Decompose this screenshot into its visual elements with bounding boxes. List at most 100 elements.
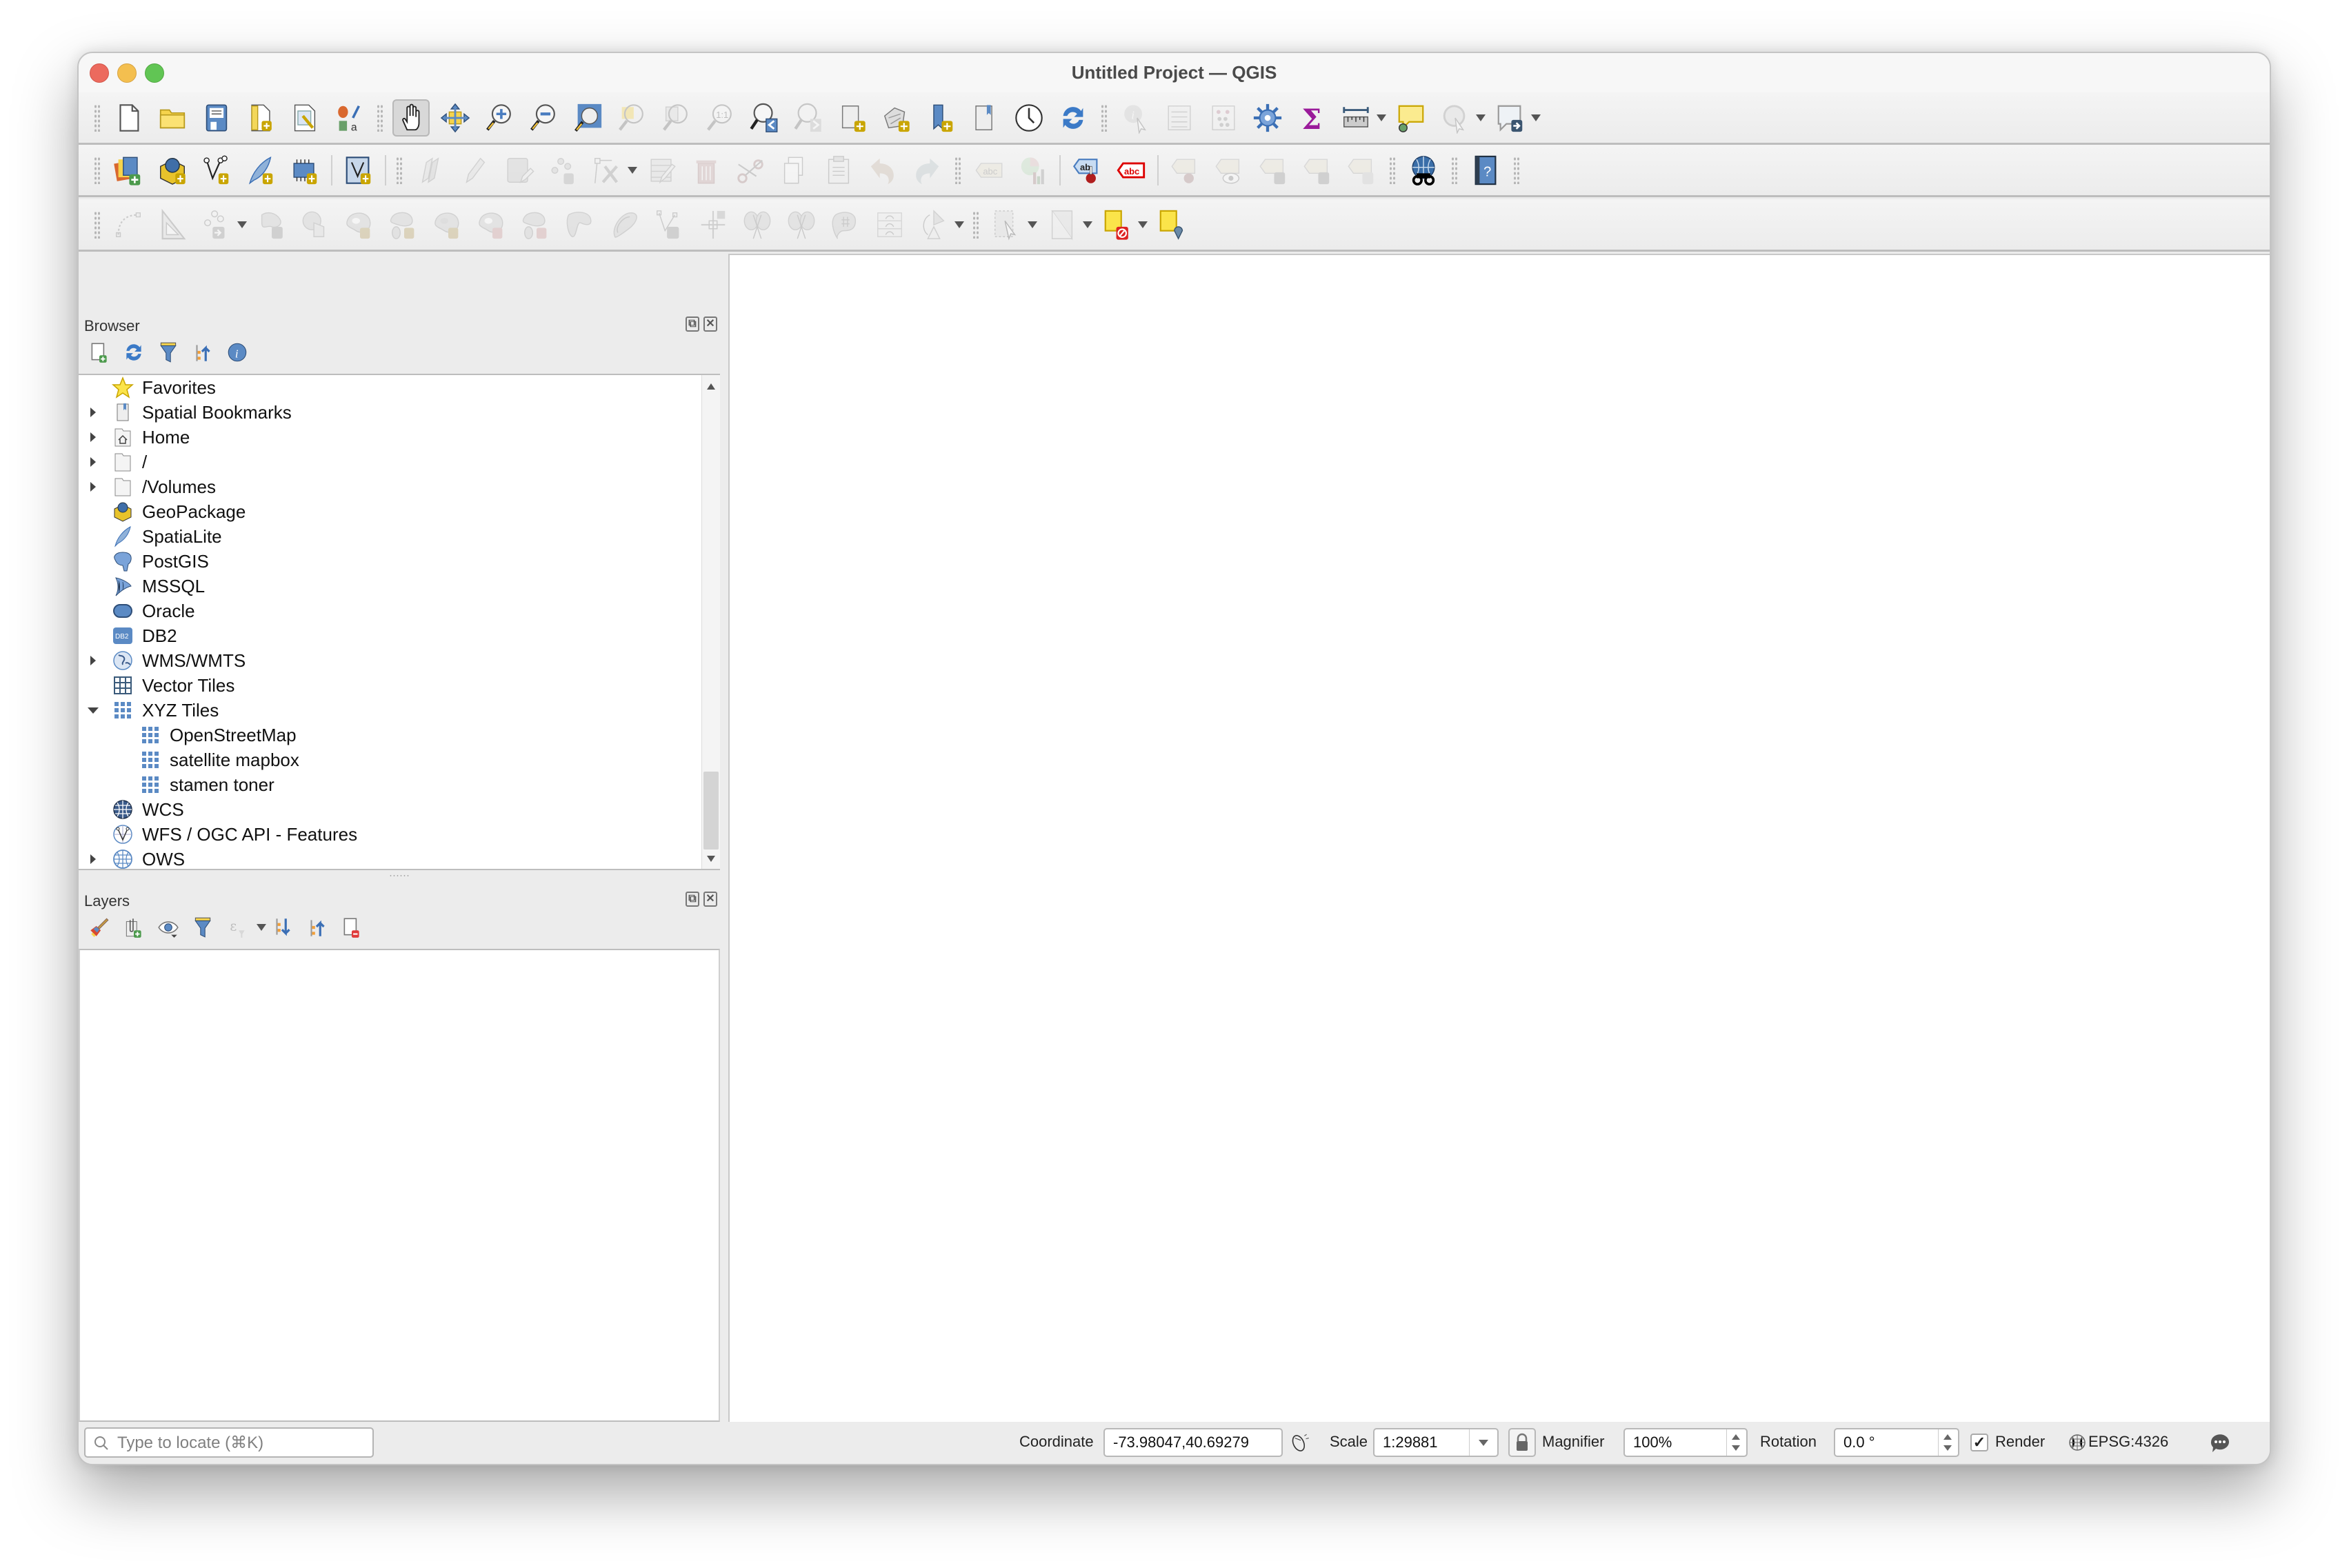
filter-browser-button[interactable] [154, 339, 182, 366]
close-panel-button[interactable]: ✕ [703, 316, 717, 332]
browser-refresh-button[interactable] [120, 339, 148, 366]
select-features-button[interactable] [988, 206, 1026, 243]
move-feature-dropdown-arrow[interactable] [237, 221, 247, 228]
browser-tree-item[interactable]: PostGIS [79, 549, 702, 574]
deselect-all-button[interactable] [1099, 206, 1136, 243]
toolbar-grip[interactable] [1451, 156, 1458, 184]
expand-arrow-right-icon[interactable] [90, 408, 96, 417]
current-edits-button[interactable] [412, 152, 449, 189]
new-print-layout-button[interactable] [242, 99, 279, 137]
properties-info-button[interactable]: i [223, 339, 251, 366]
zoom-to-selection-button[interactable] [613, 99, 650, 137]
close-panel-button[interactable]: ✕ [703, 892, 717, 907]
mouse-extents-toggle-icon[interactable] [1288, 1431, 1312, 1455]
split-parts-button[interactable] [783, 206, 820, 243]
new-project-button[interactable] [110, 99, 147, 137]
add-group-button[interactable] [120, 914, 148, 941]
scroll-up-arrow[interactable] [707, 383, 715, 390]
modify-attributes-button[interactable] [643, 152, 681, 189]
add-selected-layers-button[interactable] [86, 339, 113, 366]
redo-button[interactable] [908, 152, 946, 189]
copy-features-button[interactable] [776, 152, 813, 189]
filter-expression-dropdown-arrow[interactable] [257, 924, 266, 931]
unplaced-labels-button[interactable]: abc [1112, 152, 1150, 189]
layer-diagram-button[interactable] [1014, 152, 1052, 189]
rotate-symbols-dropdown-arrow[interactable] [954, 221, 964, 228]
toolbar-grip[interactable] [1101, 103, 1108, 132]
browser-tree-item[interactable]: stamen toner [79, 772, 702, 797]
toolbar-grip[interactable] [972, 210, 979, 239]
vertex-tool-button[interactable] [588, 152, 626, 189]
collapse-all-button[interactable] [189, 339, 217, 366]
new-geopackage-layer-button[interactable] [154, 152, 191, 189]
delete-part-button[interactable] [518, 206, 555, 243]
zoom-full-button[interactable] [569, 99, 606, 137]
browser-tree-item[interactable]: Favorites [79, 375, 702, 400]
new-bookmark-button[interactable] [922, 99, 959, 137]
show-hide-labels-button[interactable] [1210, 152, 1248, 189]
float-panel-button[interactable]: ⧉ [686, 316, 699, 332]
browser-tree-item[interactable]: WMS/WMTS [79, 648, 702, 673]
zoom-next-button[interactable] [790, 99, 827, 137]
expand-all-button[interactable] [269, 914, 297, 941]
rotation-spin-buttons[interactable] [1938, 1429, 1958, 1456]
browser-tree-item[interactable]: Vector Tiles [79, 673, 702, 698]
rotate-feature-button[interactable] [253, 206, 290, 243]
new-map-view-button[interactable] [834, 99, 871, 137]
open-project-button[interactable] [154, 99, 191, 137]
browser-tree-item[interactable]: WCS [79, 797, 702, 822]
toolbar-grip[interactable] [396, 156, 403, 184]
run-feature-action-button[interactable] [1437, 99, 1474, 137]
data-source-manager-button[interactable] [110, 152, 147, 189]
filter-legend-button[interactable] [189, 914, 217, 941]
browser-tree-item[interactable]: OpenStreetMap [79, 723, 702, 747]
zoom-to-layer-button[interactable] [657, 99, 694, 137]
show-bookmarks-button[interactable] [966, 99, 1003, 137]
metasearch-button[interactable] [1405, 152, 1442, 189]
toggle-editing-button[interactable] [456, 152, 493, 189]
annotation-dropdown-arrow[interactable] [1531, 114, 1541, 121]
expand-arrow-right-icon[interactable] [90, 656, 96, 665]
layer-labeling-button[interactable]: abc [970, 152, 1008, 189]
delete-selected-button[interactable] [688, 152, 725, 189]
refresh-button[interactable] [1054, 99, 1092, 137]
pin-labels-button[interactable] [1166, 152, 1203, 189]
select-dropdown-arrow[interactable] [1028, 221, 1037, 228]
field-calculator-button[interactable] [1205, 99, 1242, 137]
layers-collapse-all-button[interactable] [303, 914, 331, 941]
scale-dropdown-arrow[interactable] [1469, 1429, 1497, 1456]
processing-toolbox-button[interactable] [1249, 99, 1286, 137]
new-virtual-layer-button[interactable] [340, 152, 377, 189]
toolbar-grip[interactable] [94, 210, 101, 239]
scale-combobox[interactable]: 1:29881 [1373, 1428, 1499, 1457]
browser-tree-item[interactable]: / [79, 450, 702, 474]
save-project-button[interactable] [198, 99, 235, 137]
simplify-feature-button[interactable] [297, 206, 334, 243]
toolbar-grip[interactable] [1389, 156, 1396, 184]
style-manager-button[interactable]: a [330, 99, 368, 137]
toolbar-grip[interactable] [954, 156, 961, 184]
new-3d-map-view-button[interactable] [878, 99, 915, 137]
browser-tree-item[interactable]: MSSQL [79, 574, 702, 599]
zoom-last-button[interactable] [746, 99, 783, 137]
browser-tree-item[interactable]: /Volumes [79, 474, 702, 499]
select-by-location-button[interactable] [1154, 206, 1191, 243]
paste-features-button[interactable] [820, 152, 857, 189]
cut-features-button[interactable] [732, 152, 769, 189]
browser-tree-item[interactable]: satellite mapbox [79, 747, 702, 772]
toolbar-grip[interactable] [377, 103, 383, 132]
map-tips-button[interactable] [1392, 99, 1430, 137]
browser-tree-item[interactable]: WFS / OGC API - Features [79, 822, 702, 847]
zoom-in-button[interactable] [481, 99, 518, 137]
scroll-down-arrow[interactable] [707, 856, 715, 862]
deselect-dropdown-arrow[interactable] [1138, 221, 1148, 228]
new-spatialite-layer-button[interactable] [242, 152, 279, 189]
locator-bar[interactable] [84, 1427, 374, 1458]
fill-ring-button[interactable] [430, 206, 467, 243]
manage-map-themes-button[interactable] [154, 914, 182, 941]
advanced-digitizing-button[interactable] [154, 206, 191, 243]
statistical-summary-button[interactable]: Σ [1293, 99, 1330, 137]
browser-tree-item[interactable]: DB2 DB2 [79, 623, 702, 648]
annotation-button[interactable] [1492, 99, 1529, 137]
toolbar-grip[interactable] [94, 156, 101, 184]
